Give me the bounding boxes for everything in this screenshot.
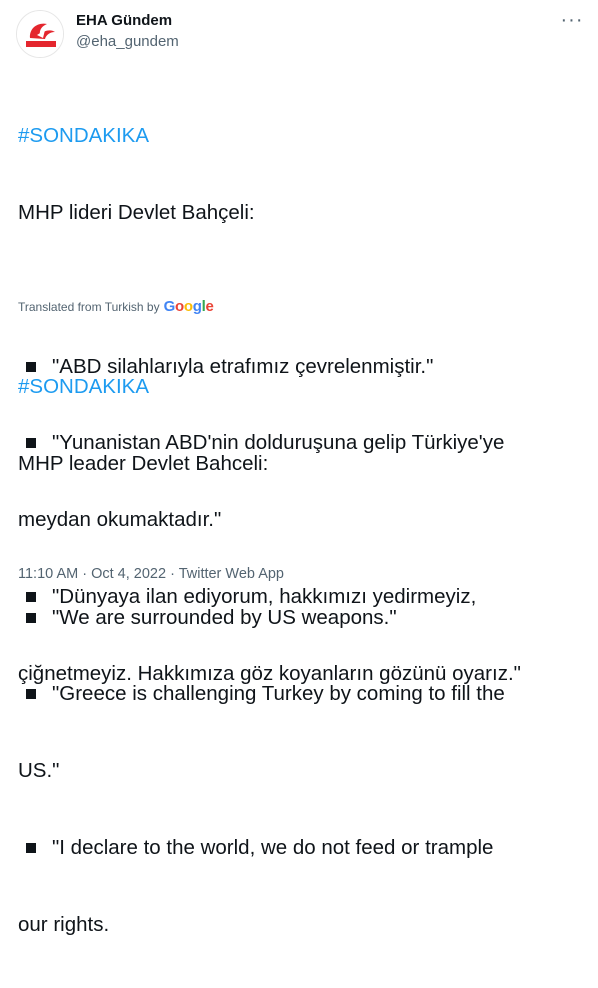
meta-separator: · — [166, 566, 179, 582]
bullet-item: "Greece is challenging Turkey by coming … — [18, 681, 505, 707]
more-horizontal-icon: ··· — [560, 8, 584, 31]
black-square-icon — [26, 689, 36, 700]
tweet-intro-line: MHP leader Devlet Bahceli: — [18, 451, 269, 475]
bullet-continuation: US." — [18, 759, 60, 783]
tweet-intro-line: MHP lideri Devlet Bahçeli: — [18, 200, 255, 224]
author-display-name[interactable]: EHA Gündem — [76, 12, 172, 29]
translation-label: Translated from Turkish by — [18, 299, 160, 314]
translation-attribution[interactable]: Translated from Turkish by Google — [18, 298, 214, 315]
avatar[interactable] — [16, 10, 64, 58]
tweet-metadata: 11:10 AM · Oct 4, 2022 · Twitter Web App — [18, 566, 284, 582]
bullet-item: "We are surrounded by US weapons." — [18, 605, 505, 631]
google-logo: Google — [163, 298, 214, 315]
eha-logo-icon — [17, 11, 63, 57]
tweet-time-link[interactable]: 11:10 AM — [18, 566, 78, 582]
tweet-source-link[interactable]: Twitter Web App — [179, 566, 284, 582]
hashtag-link[interactable]: #SONDAKIKA — [18, 123, 521, 149]
black-square-icon — [26, 842, 36, 853]
tweet-date-link[interactable]: Oct 4, 2022 — [91, 566, 166, 582]
tweet-text-translated: #SONDAKIKA MHP leader Devlet Bahceli: "W… — [18, 323, 505, 988]
black-square-icon — [26, 612, 36, 623]
tweet-card: EHA Gündem @eha_gundem ··· #SONDAKIKA MH… — [0, 0, 598, 936]
meta-separator: · — [78, 566, 92, 582]
bullet-item: "I declare to the world, we do not feed … — [18, 835, 505, 861]
hashtag-link[interactable]: #SONDAKIKA — [18, 374, 505, 400]
bullet-continuation: our rights. — [18, 912, 110, 936]
author-handle[interactable]: @eha_gundem — [76, 33, 179, 50]
more-options-button[interactable]: ··· — [560, 8, 584, 32]
